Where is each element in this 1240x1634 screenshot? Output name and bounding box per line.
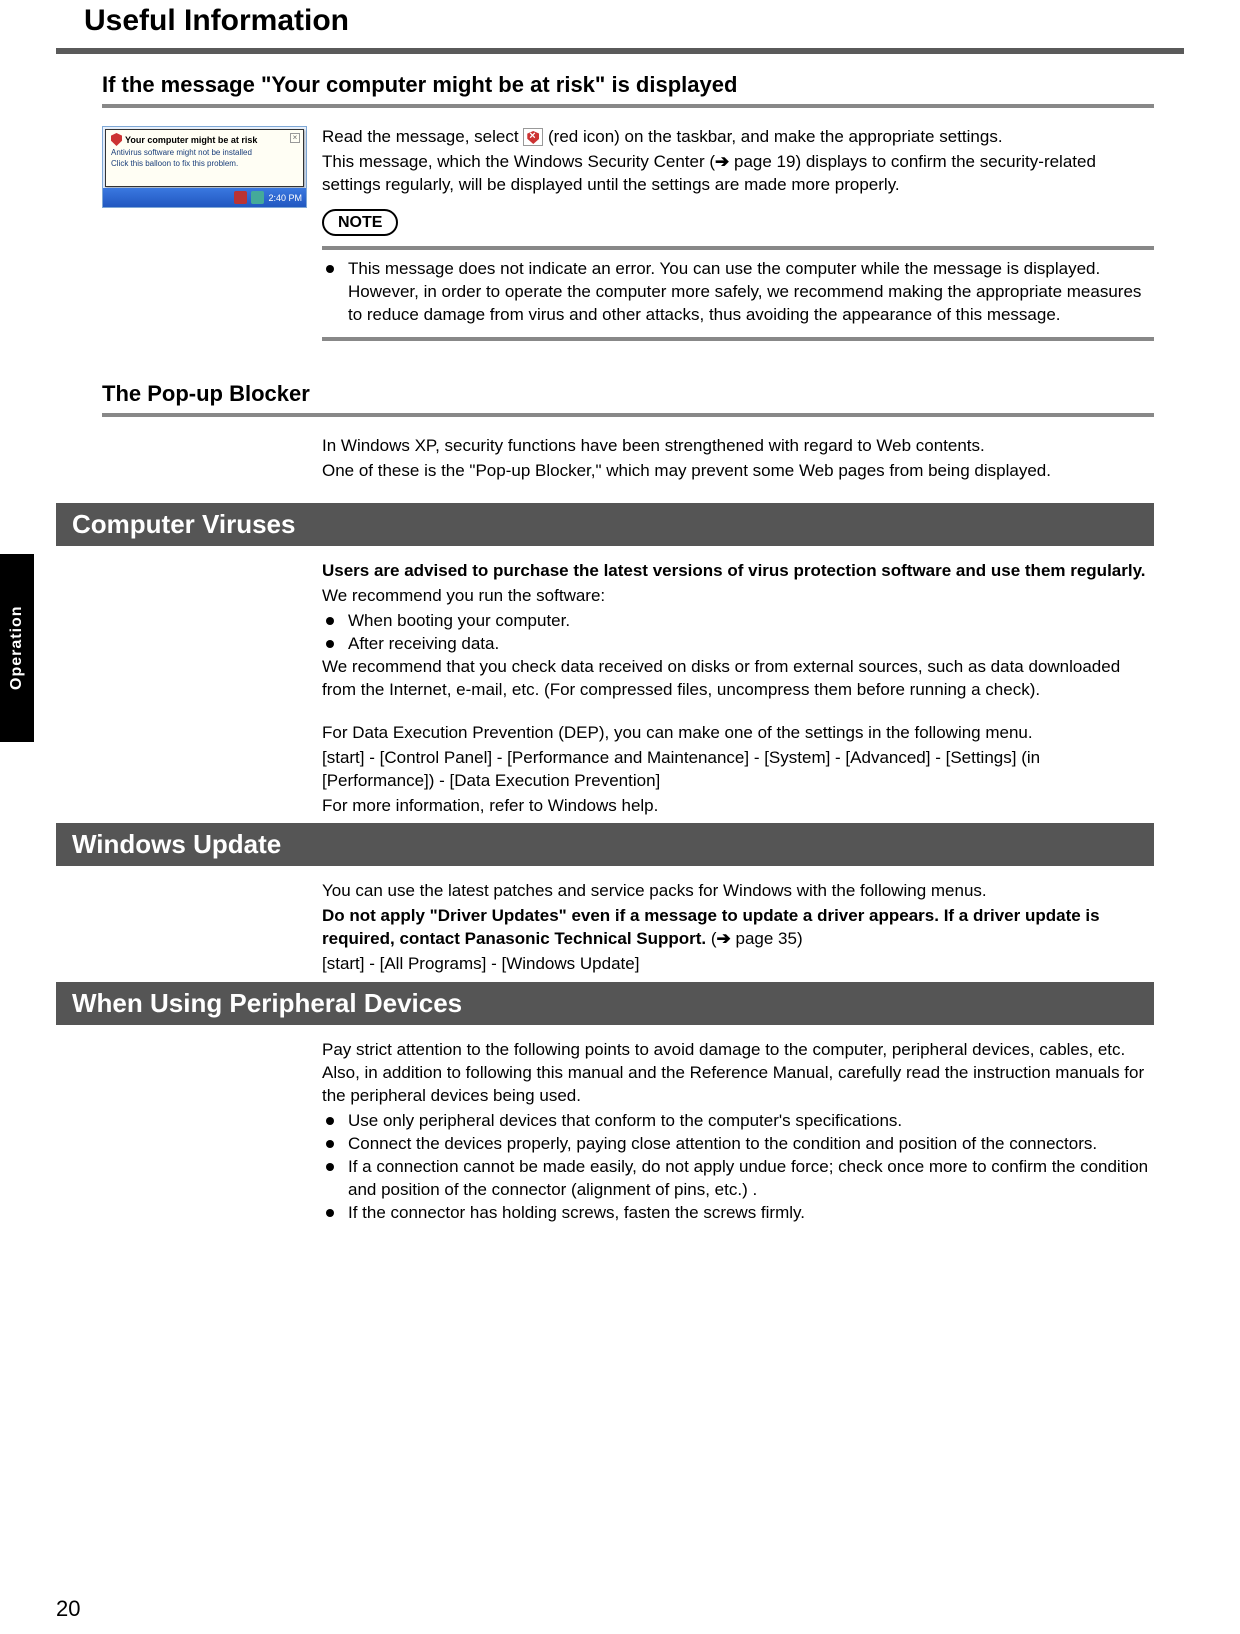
shield-red-icon [523,128,543,146]
note-divider-top [322,246,1154,250]
viruses-heading: Computer Viruses [56,503,1154,546]
peripherals-bullet-3: If a connection cannot be made easily, d… [322,1156,1154,1202]
popup-paragraph-1: In Windows XP, security functions have b… [322,435,1154,458]
viruses-paragraph-2: We recommend you run the software: [322,585,1154,608]
update-paragraph-2: Do not apply "Driver Updates" even if a … [322,905,1154,951]
tooltip-balloon: × Your computer might be at risk Antivir… [105,129,304,187]
page-number: 20 [56,1596,80,1622]
update-paragraph-3: [start] - [All Programs] - [Windows Upda… [322,953,1154,976]
viruses-paragraph-6: For more information, refer to Windows h… [322,795,1154,818]
arrow-icon: ➔ [717,929,731,948]
peripherals-bullet-2: Connect the devices properly, paying clo… [322,1133,1154,1156]
page-title: Useful Information [0,0,1240,48]
viruses-bullet-2: After receiving data. [322,633,1154,656]
balloon-line2: Click this balloon to fix this problem. [111,159,298,168]
popup-paragraph-2: One of these is the "Pop-up Blocker," wh… [322,460,1154,483]
viruses-paragraph-4: For Data Execution Prevention (DEP), you… [322,722,1154,745]
peripherals-bullet-4: If the connector has holding screws, fas… [322,1202,1154,1225]
balloon-line1: Antivirus software might not be installe… [111,148,298,157]
risk-underline [102,104,1154,108]
arrow-icon: ➔ [715,152,729,171]
popup-underline [102,413,1154,417]
peripherals-heading: When Using Peripheral Devices [56,982,1154,1025]
risk-paragraph-2: This message, which the Windows Security… [322,151,1154,197]
update-heading: Windows Update [56,823,1154,866]
viruses-paragraph-1: Users are advised to purchase the latest… [322,560,1154,583]
tray-network-icon [251,191,264,204]
balloon-title: Your computer might be at risk [125,135,257,145]
taskbar: 2:40 PM [103,188,306,207]
tray-shield-icon [234,191,247,204]
update-paragraph-1: You can use the latest patches and servi… [322,880,1154,903]
close-icon: × [290,133,300,143]
viruses-bullet-1: When booting your computer. [322,610,1154,633]
viruses-paragraph-5: [start] - [Control Panel] - [Performance… [322,747,1154,793]
risk-balloon-screenshot: × Your computer might be at risk Antivir… [102,126,307,208]
peripherals-bullet-1: Use only peripheral devices that conform… [322,1110,1154,1133]
peripherals-paragraph-1: Pay strict attention to the following po… [322,1039,1154,1108]
risk-paragraph-1: Read the message, select (red icon) on t… [322,126,1154,149]
risk-heading: If the message "Your computer might be a… [0,54,1240,104]
popup-heading: The Pop-up Blocker [0,363,1240,413]
shield-icon [111,133,122,146]
note-label: NOTE [322,209,398,237]
side-tab-operation: Operation [0,554,34,742]
note-divider-bottom [322,337,1154,341]
tray-time: 2:40 PM [268,193,302,203]
note-bullet: This message does not indicate an error.… [322,258,1154,327]
viruses-paragraph-3: We recommend that you check data receive… [322,656,1154,702]
